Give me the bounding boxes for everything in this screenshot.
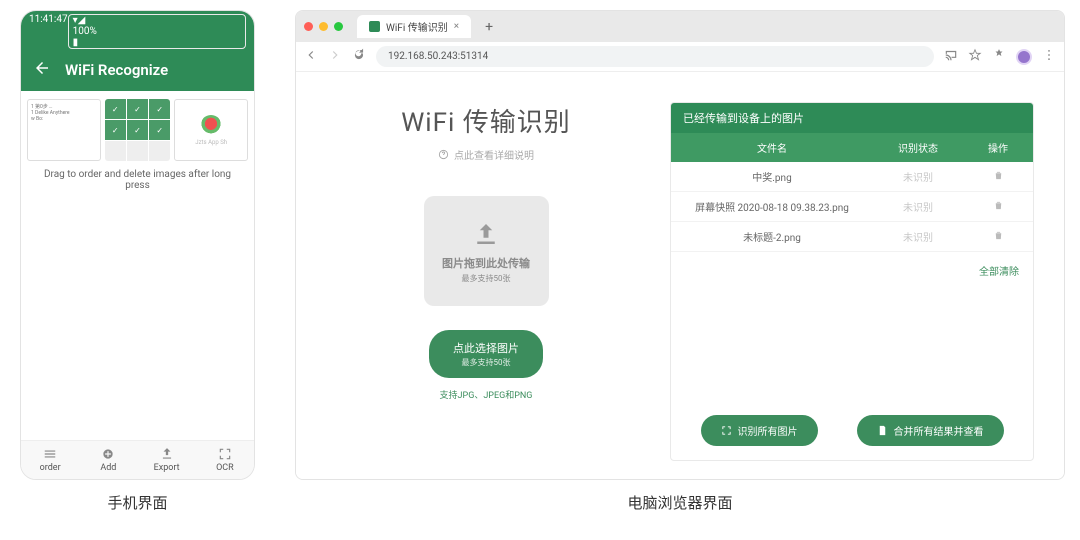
bottom-add-label: Add (100, 463, 116, 473)
thumbnail-row: 1 第0步 …1 Delike Anytherew Bo: ✓✓✓ ✓✓✓ Jz… (21, 91, 254, 169)
cell-name: 中奖.png (671, 162, 873, 191)
recognize-all-label: 识别所有图片 (738, 423, 798, 438)
profile-avatar[interactable] (1016, 49, 1032, 65)
merge-view-button[interactable]: 合并所有结果并查看 (857, 415, 1004, 446)
col-name: 文件名 (671, 133, 873, 162)
thumb-2[interactable]: ✓✓✓ ✓✓✓ (105, 99, 171, 161)
bottom-export[interactable]: Export (138, 441, 196, 479)
phone-frame: 11:41:47 ▾◢ 100% ▮ WiFi Recognize 1 第0步 … (20, 10, 255, 480)
star-icon[interactable] (968, 47, 982, 66)
back-icon[interactable] (33, 59, 51, 81)
battery-icon: ▮ (73, 37, 245, 48)
thumb-3-label: Jzts App Sh (195, 139, 227, 146)
bottom-ocr[interactable]: OCR (196, 441, 254, 479)
upload-column: WiFi 传输识别 点此查看详细说明 图片拖到此处传输 最多支持50张 点此选择… (326, 102, 646, 461)
appbar-title: WiFi Recognize (65, 61, 168, 79)
address-bar: 192.168.50.243:51314 (296, 42, 1064, 72)
uploaded-panel: 已经传输到设备上的图片 文件名 识别状态 操作 中奖.png 未识别 屏幕快照 … (670, 102, 1034, 461)
app-bar: WiFi Recognize (21, 49, 254, 91)
app-icon (200, 115, 222, 137)
panel-footer: 识别所有图片 合并所有结果并查看 (671, 405, 1033, 460)
clear-all-link[interactable]: 全部清除 (979, 267, 1019, 278)
thumb-1[interactable]: 1 第0步 …1 Delike Anytherew Bo: (27, 99, 101, 161)
merge-view-label: 合并所有结果并查看 (894, 423, 984, 438)
table-row: 中奖.png 未识别 (671, 162, 1033, 192)
wifi-icon: ▾◢ (73, 15, 245, 26)
cell-name: 未标题-2.png (671, 222, 873, 251)
browser-window: WiFi 传输识别 × + 192.168.50.243:51314 WiFi … (295, 10, 1065, 480)
col-status: 识别状态 (873, 133, 963, 162)
window-min-icon[interactable] (319, 22, 328, 31)
recognize-all-button[interactable]: 识别所有图片 (701, 415, 818, 446)
cell-status: 未识别 (873, 222, 963, 251)
pick-main: 点此选择图片 (453, 340, 519, 356)
reorder-hint: Drag to order and delete images after lo… (21, 169, 254, 191)
table-row: 屏幕快照 2020-08-18 09.38.23.png 未识别 (671, 192, 1033, 222)
tab-title: WiFi 传输识别 (386, 19, 448, 34)
window-max-icon[interactable] (334, 22, 343, 31)
row-delete[interactable] (963, 163, 1033, 191)
help-icon (438, 149, 449, 160)
thumb-3[interactable]: Jzts App Sh (174, 99, 248, 161)
pick-button[interactable]: 点此选择图片 最多支持50张 (429, 330, 543, 378)
bottom-order-label: order (40, 463, 61, 473)
table-row: 未标题-2.png 未识别 (671, 222, 1033, 252)
battery-text: 100% (73, 26, 245, 37)
cell-status: 未识别 (873, 192, 963, 221)
browser-tab[interactable]: WiFi 传输识别 × (357, 15, 471, 38)
cast-icon[interactable] (944, 47, 958, 66)
nav-forward-icon[interactable] (328, 47, 342, 66)
phone-caption: 手机界面 (107, 492, 167, 513)
support-text: 支持JPG、JPEG和PNG (440, 388, 533, 401)
status-right: ▾◢ 100% ▮ (68, 14, 246, 49)
browser-caption: 电脑浏览器界面 (627, 492, 732, 513)
scan-icon (721, 425, 732, 436)
status-bar: 11:41:47 ▾◢ 100% ▮ (21, 11, 254, 49)
reload-icon[interactable] (352, 47, 366, 66)
tab-close-icon[interactable]: × (454, 21, 459, 32)
nav-back-icon[interactable] (304, 47, 318, 66)
bottom-order[interactable]: order (21, 441, 79, 479)
cell-name: 屏幕快照 2020-08-18 09.38.23.png (671, 192, 873, 221)
page-body: WiFi 传输识别 点此查看详细说明 图片拖到此处传输 最多支持50张 点此选择… (296, 72, 1064, 479)
panel-header: 已经传输到设备上的图片 (671, 103, 1033, 133)
drop-main: 图片拖到此处传输 (442, 255, 530, 271)
upload-icon (471, 219, 501, 249)
pick-sub: 最多支持50张 (462, 357, 511, 368)
help-text: 点此查看详细说明 (454, 147, 534, 162)
help-link[interactable]: 点此查看详细说明 (438, 147, 534, 162)
window-close-icon[interactable] (304, 22, 313, 31)
bottom-bar: order Add Export OCR (21, 440, 254, 479)
drop-sub: 最多支持50张 (462, 273, 511, 284)
row-delete[interactable] (963, 223, 1033, 251)
drop-zone[interactable]: 图片拖到此处传输 最多支持50张 (424, 196, 549, 306)
row-delete[interactable] (963, 193, 1033, 221)
url-field[interactable]: 192.168.50.243:51314 (376, 46, 934, 67)
favicon-icon (369, 21, 380, 32)
menu-icon[interactable] (1042, 47, 1056, 66)
document-icon (877, 425, 888, 436)
col-op: 操作 (963, 133, 1033, 162)
status-time: 11:41:47 (29, 14, 68, 49)
table-header: 文件名 识别状态 操作 (671, 133, 1033, 162)
bottom-ocr-label: OCR (216, 463, 234, 473)
bottom-export-label: Export (154, 463, 180, 473)
extension-icon[interactable] (992, 47, 1006, 66)
tab-bar: WiFi 传输识别 × + (296, 11, 1064, 42)
bottom-add[interactable]: Add (79, 441, 137, 479)
cell-status: 未识别 (873, 162, 963, 191)
new-tab-button[interactable]: + (477, 19, 501, 35)
page-title: WiFi 传输识别 (401, 102, 571, 139)
